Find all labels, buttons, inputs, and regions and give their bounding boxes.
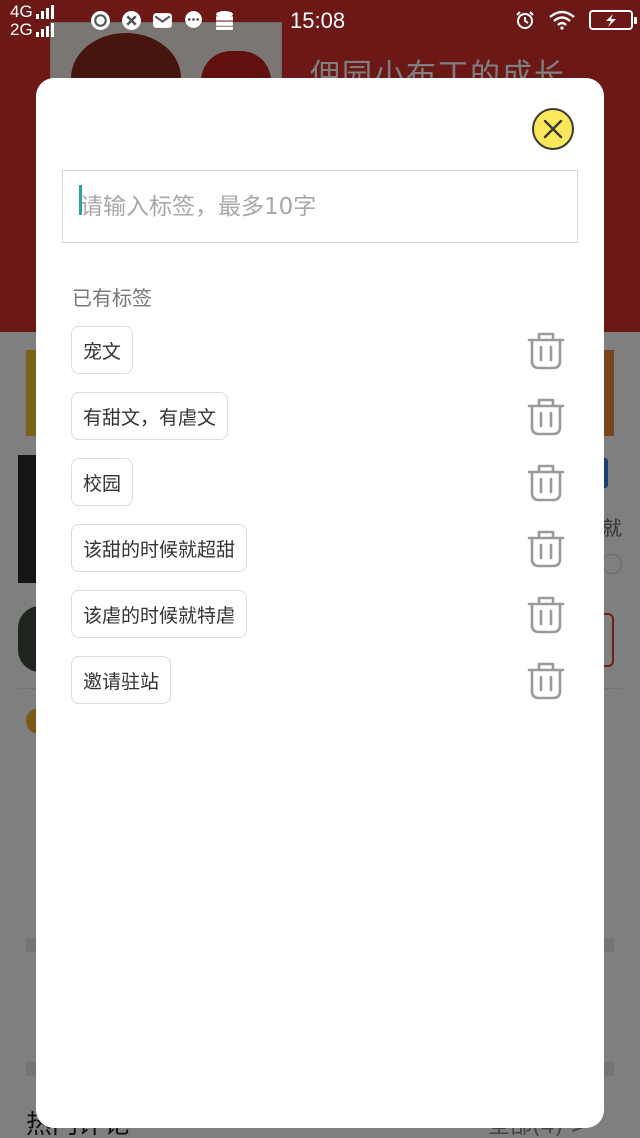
tag-chip[interactable]: 该虐的时候就特虐 bbox=[71, 590, 248, 638]
trash-icon bbox=[527, 332, 565, 370]
tag-chip[interactable]: 有甜文，有虐文 bbox=[71, 392, 229, 440]
alarm-icon bbox=[516, 11, 534, 29]
network-type-top: 4G bbox=[10, 2, 33, 21]
trash-icon bbox=[527, 662, 565, 700]
tag-row: 该虐的时候就特虐 bbox=[71, 590, 571, 656]
delete-tag-button[interactable] bbox=[525, 594, 567, 636]
wifi-icon bbox=[549, 10, 575, 30]
delete-tag-button[interactable] bbox=[525, 528, 567, 570]
network-indicator: 4G 2G bbox=[10, 3, 54, 39]
mail-icon bbox=[153, 13, 172, 28]
tag-row: 邀请驻站 bbox=[71, 656, 571, 722]
delete-tag-button[interactable] bbox=[525, 660, 567, 702]
storage-icon bbox=[216, 11, 233, 30]
battery-icon bbox=[589, 10, 637, 30]
clock-time: 15:08 bbox=[290, 8, 346, 33]
tag-input[interactable] bbox=[63, 171, 577, 242]
trash-icon bbox=[527, 530, 565, 568]
close-button[interactable] bbox=[532, 108, 574, 150]
tag-chip[interactable]: 邀请驻站 bbox=[71, 656, 172, 704]
status-bar: 4G 2G 15:08 bbox=[0, 0, 640, 42]
tag-editor-dialog: 已有标签 宠文 有甜文，有虐文 校园 该甜的时候就超甜 该 bbox=[36, 78, 604, 1128]
tag-input-field[interactable] bbox=[62, 170, 578, 243]
signal-icon bbox=[35, 5, 54, 19]
text-caret bbox=[79, 185, 82, 215]
system-icons bbox=[515, 10, 637, 30]
signal-icon bbox=[35, 23, 54, 37]
close-circle-icon bbox=[122, 11, 141, 30]
tag-row: 有甜文，有虐文 bbox=[71, 392, 571, 458]
tag-row: 宠文 bbox=[71, 326, 571, 392]
tag-chip[interactable]: 校园 bbox=[71, 458, 134, 506]
delete-tag-button[interactable] bbox=[525, 462, 567, 504]
tag-row: 该甜的时候就超甜 bbox=[71, 524, 571, 590]
existing-tags-list: 宠文 有甜文，有虐文 校园 该甜的时候就超甜 该虐的时候就特虐 邀请驻站 bbox=[71, 326, 571, 722]
network-type-bottom: 2G bbox=[10, 20, 33, 39]
close-icon bbox=[543, 119, 563, 139]
delete-tag-button[interactable] bbox=[525, 396, 567, 438]
tag-row: 校园 bbox=[71, 458, 571, 524]
tag-chip[interactable]: 宠文 bbox=[71, 326, 134, 374]
trash-icon bbox=[527, 398, 565, 436]
tag-chip[interactable]: 该甜的时候就超甜 bbox=[71, 524, 248, 572]
delete-tag-button[interactable] bbox=[525, 330, 567, 372]
trash-icon bbox=[527, 464, 565, 502]
notification-icons bbox=[90, 10, 235, 31]
trash-icon bbox=[527, 596, 565, 634]
browser-icon bbox=[91, 11, 110, 30]
existing-tags-label: 已有标签 bbox=[72, 286, 152, 310]
chat-icon bbox=[185, 11, 202, 28]
